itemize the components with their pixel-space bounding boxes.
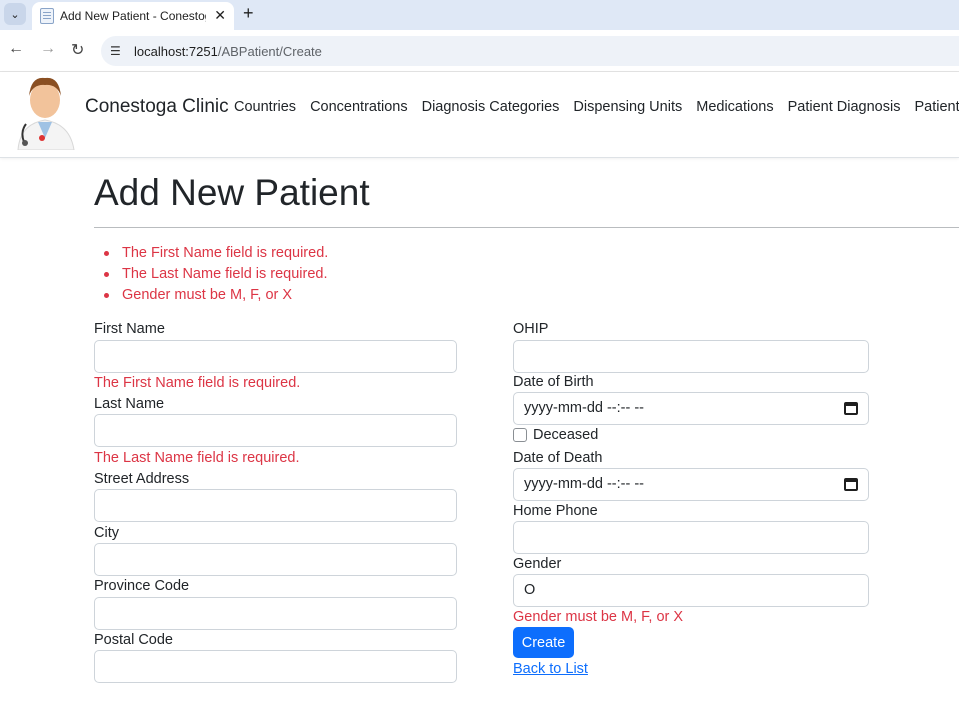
gender-input[interactable]: O	[513, 574, 869, 607]
ohip-input[interactable]	[513, 340, 869, 373]
new-tab-plus-icon[interactable]: +	[243, 3, 254, 24]
create-button[interactable]: Create	[513, 627, 574, 658]
nav-link-concentrations[interactable]: Concentrations	[310, 99, 408, 115]
nav-link-countries[interactable]: Countries	[234, 99, 296, 115]
nav-link-medications[interactable]: Medications	[696, 99, 773, 115]
nav-link-patient-diagnosis[interactable]: Patient Diagnosis	[788, 99, 901, 115]
province-code-input[interactable]	[94, 597, 457, 630]
gender-label: Gender	[513, 556, 562, 572]
deceased-label: Deceased	[533, 427, 599, 443]
url-text: localhost:7251/ABPatient/Create	[134, 44, 322, 59]
tab-title: Add New Patient - Conestoga C	[60, 9, 206, 23]
nav-link-dispensing-units[interactable]: Dispensing Units	[573, 99, 682, 115]
street-address-input[interactable]	[94, 489, 457, 522]
date-of-death-label: Date of Death	[513, 450, 603, 466]
last-name-label: Last Name	[94, 396, 165, 412]
address-bar[interactable]: ☰ localhost:7251/ABPatient/Create	[101, 36, 959, 66]
nav-links: Countries Concentrations Diagnosis Categ…	[234, 99, 959, 115]
gender-error: Gender must be M, F, or X	[513, 609, 684, 625]
deceased-checkbox[interactable]	[513, 428, 527, 442]
doctor-logo-icon[interactable]	[12, 72, 78, 150]
app-navbar: Conestoga Clinic Countries Concentration…	[0, 72, 959, 158]
postal-code-label: Postal Code	[94, 632, 173, 648]
date-of-death-input[interactable]: yyyy-mm-dd --:-- --	[513, 468, 869, 501]
chevron-down-icon: ⌄	[10, 8, 20, 21]
url-host: localhost:7251	[134, 43, 218, 59]
summary-error-item: Gender must be M, F, or X	[94, 285, 328, 306]
postal-code-input[interactable]	[94, 650, 457, 683]
province-code-label: Province Code	[94, 578, 190, 594]
browser-tab[interactable]: Add New Patient - Conestoga C ✕	[32, 2, 234, 30]
browser-tabstrip: ⌄ Add New Patient - Conestoga C ✕ +	[0, 0, 959, 30]
calendar-icon[interactable]	[844, 478, 858, 491]
validation-summary: The First Name field is required. The La…	[94, 243, 328, 306]
last-name-error: The Last Name field is required.	[94, 450, 300, 466]
ohip-label: OHIP	[513, 321, 549, 337]
first-name-input[interactable]	[94, 340, 457, 373]
nav-link-diagnosis-categories[interactable]: Diagnosis Categories	[422, 99, 560, 115]
close-icon[interactable]: ✕	[214, 7, 226, 24]
reload-icon[interactable]: ↻	[71, 40, 84, 60]
calendar-icon[interactable]	[844, 402, 858, 415]
forward-arrow-icon[interactable]: →	[40, 40, 56, 58]
city-input[interactable]	[94, 543, 457, 576]
back-to-list-link[interactable]: Back to List	[513, 661, 588, 677]
back-arrow-icon[interactable]: ←	[8, 40, 24, 58]
summary-error-item: The Last Name field is required.	[94, 264, 328, 285]
page-title: Add New Patient	[94, 172, 370, 213]
nav-link-patients[interactable]: Patients	[914, 99, 959, 115]
last-name-input[interactable]	[94, 414, 457, 447]
date-of-birth-input[interactable]: yyyy-mm-dd --:-- --	[513, 392, 869, 425]
street-address-label: Street Address	[94, 471, 190, 487]
home-phone-label: Home Phone	[513, 503, 598, 519]
first-name-label: First Name	[94, 321, 165, 337]
summary-error-item: The First Name field is required.	[94, 243, 328, 264]
browser-toolbar: ← → ↻ ☰ localhost:7251/ABPatient/Create	[0, 30, 959, 72]
first-name-error: The First Name field is required.	[94, 375, 301, 391]
home-phone-input[interactable]	[513, 521, 869, 554]
site-settings-icon[interactable]: ☰	[110, 44, 126, 58]
city-label: City	[94, 525, 119, 541]
date-of-death-value: yyyy-mm-dd --:-- --	[524, 476, 645, 492]
date-of-birth-value: yyyy-mm-dd --:-- --	[524, 400, 645, 416]
tab-search-button[interactable]: ⌄	[4, 3, 26, 25]
brand-link[interactable]: Conestoga Clinic	[85, 96, 229, 118]
page-favicon-icon	[40, 8, 54, 24]
url-path: /ABPatient/Create	[217, 43, 322, 59]
heading-divider	[94, 227, 959, 228]
date-of-birth-label: Date of Birth	[513, 374, 594, 390]
